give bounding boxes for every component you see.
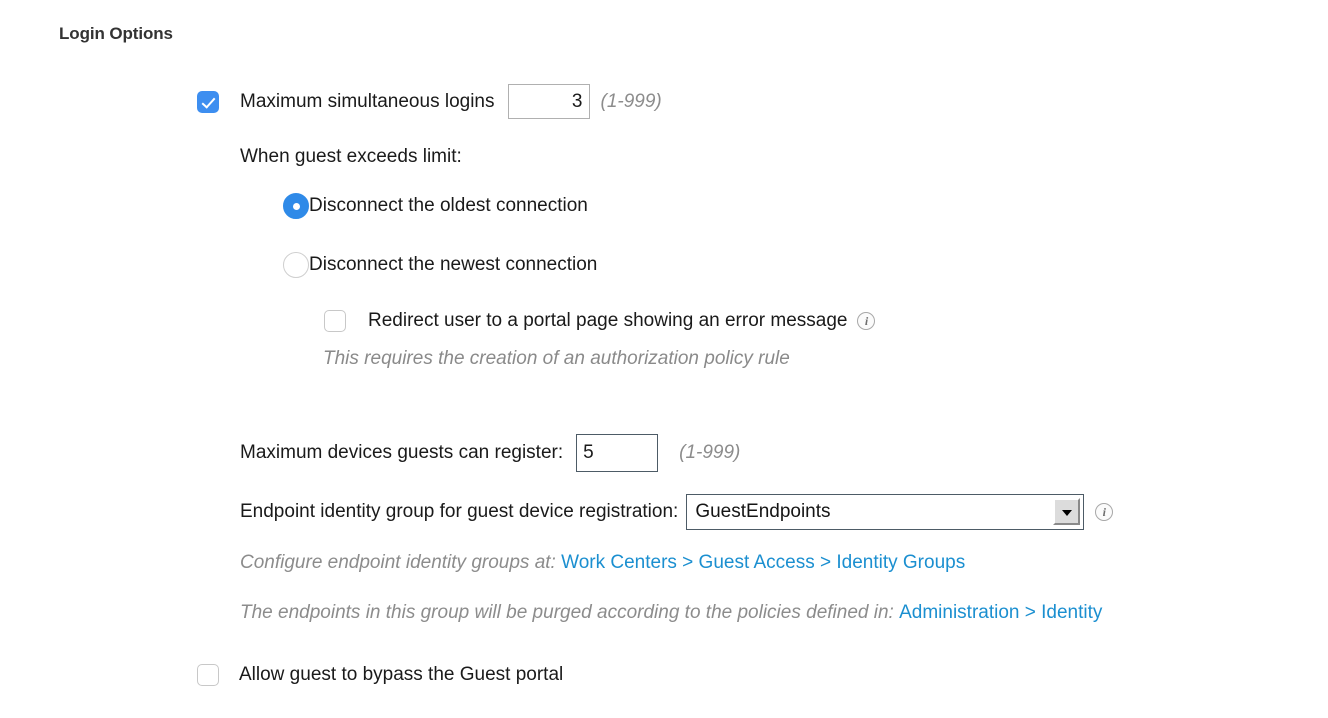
max-devices-range-hint: (1-999) bbox=[679, 442, 741, 463]
max-devices-label: Maximum devices guests can register: bbox=[240, 442, 564, 463]
allow-bypass-checkbox[interactable] bbox=[197, 664, 219, 686]
disconnect-newest-label: Disconnect the newest connection bbox=[309, 254, 598, 275]
allow-bypass-row: Allow guest to bypass the Guest portal bbox=[197, 664, 563, 686]
redirect-user-label: Redirect user to a portal page showing a… bbox=[368, 310, 848, 331]
disconnect-oldest-label: Disconnect the oldest connection bbox=[309, 195, 588, 216]
exceeds-limit-label-row: When guest exceeds limit: bbox=[240, 146, 462, 168]
max-simultaneous-logins-input[interactable] bbox=[507, 84, 590, 119]
disconnect-oldest-radio[interactable] bbox=[283, 193, 309, 219]
exceeds-limit-label: When guest exceeds limit: bbox=[240, 146, 462, 167]
max-simultaneous-logins-checkbox[interactable] bbox=[197, 90, 219, 113]
configure-endpoint-hint-text: Configure endpoint identity groups at: bbox=[240, 552, 562, 573]
redirect-user-row: Redirect user to a portal page showing a… bbox=[324, 310, 876, 332]
endpoint-identity-group-label: Endpoint identity group for guest device… bbox=[240, 501, 679, 522]
endpoint-identity-group-row: Endpoint identity group for guest device… bbox=[240, 494, 1114, 530]
disconnect-newest-radio[interactable] bbox=[283, 252, 309, 278]
redirect-user-note-row: This requires the creation of an authori… bbox=[323, 348, 790, 370]
endpoint-identity-group-selected-value: GuestEndpoints bbox=[695, 501, 831, 522]
max-simultaneous-logins-range-hint: (1-999) bbox=[600, 90, 662, 112]
endpoint-identity-group-select[interactable]: GuestEndpoints bbox=[686, 494, 1085, 530]
configure-endpoint-hint-row: Configure endpoint identity groups at: W… bbox=[240, 552, 1328, 574]
disconnect-newest-row[interactable]: Disconnect the newest connection bbox=[283, 252, 597, 278]
max-devices-input[interactable] bbox=[576, 434, 659, 472]
purge-policy-hint-row: The endpoints in this group will be purg… bbox=[240, 602, 1328, 624]
max-devices-row: Maximum devices guests can register: (1-… bbox=[240, 434, 740, 472]
chevron-down-icon[interactable] bbox=[1053, 498, 1081, 525]
max-simultaneous-logins-row: Maximum simultaneous logins (1-999) bbox=[197, 84, 662, 119]
redirect-user-note: This requires the creation of an authori… bbox=[323, 348, 790, 369]
info-icon[interactable]: i bbox=[857, 312, 876, 330]
page-title: Login Options bbox=[59, 24, 173, 43]
redirect-user-checkbox[interactable] bbox=[324, 310, 346, 332]
identity-groups-link[interactable]: Work Centers > Guest Access > Identity G… bbox=[561, 552, 965, 573]
allow-bypass-label: Allow guest to bypass the Guest portal bbox=[239, 664, 564, 685]
max-simultaneous-logins-label: Maximum simultaneous logins bbox=[240, 90, 495, 112]
disconnect-oldest-row[interactable]: Disconnect the oldest connection bbox=[283, 193, 588, 219]
info-icon[interactable]: i bbox=[1095, 503, 1114, 521]
administration-identity-link[interactable]: Administration > Identity bbox=[899, 602, 1102, 623]
purge-policy-hint-text: The endpoints in this group will be purg… bbox=[240, 602, 900, 623]
